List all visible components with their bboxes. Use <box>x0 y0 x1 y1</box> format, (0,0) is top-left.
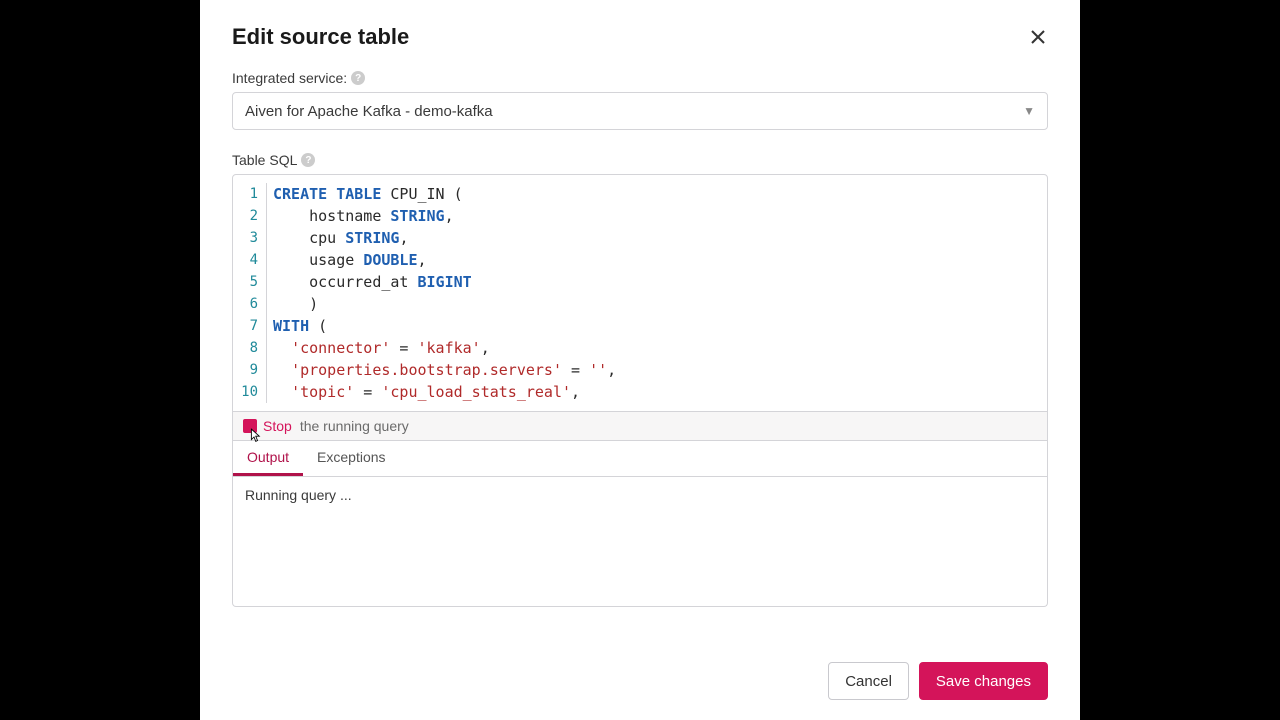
output-panel: Running query ... <box>232 477 1048 607</box>
query-control-bar: Stop the running query <box>232 412 1048 441</box>
line-number: 5 <box>233 271 267 293</box>
code-content[interactable]: 'topic' = 'cpu_load_stats_real', <box>267 381 580 403</box>
close-icon[interactable] <box>1028 27 1048 47</box>
line-number: 7 <box>233 315 267 337</box>
line-number: 6 <box>233 293 267 315</box>
integrated-service-label-text: Integrated service: <box>232 70 347 86</box>
line-number: 10 <box>233 381 267 403</box>
code-content[interactable]: occurred_at BIGINT <box>267 271 472 293</box>
code-line[interactable]: 4 usage DOUBLE, <box>233 249 1047 271</box>
help-icon[interactable]: ? <box>301 153 315 167</box>
code-content[interactable]: ) <box>267 293 318 315</box>
stop-icon[interactable] <box>243 419 257 433</box>
integrated-service-select[interactable]: Aiven for Apache Kafka - demo-kafka ▼ <box>232 92 1048 130</box>
stop-hint: the running query <box>300 418 409 434</box>
edit-source-table-modal: Edit source table Integrated service: ? … <box>200 0 1080 720</box>
code-content[interactable]: hostname STRING, <box>267 205 454 227</box>
line-number: 9 <box>233 359 267 381</box>
code-content[interactable]: cpu STRING, <box>267 227 408 249</box>
result-tabs: Output Exceptions <box>232 441 1048 477</box>
code-line[interactable]: 1CREATE TABLE CPU_IN ( <box>233 183 1047 205</box>
modal-header: Edit source table <box>232 24 1048 50</box>
code-line[interactable]: 3 cpu STRING, <box>233 227 1047 249</box>
code-content[interactable]: WITH ( <box>267 315 327 337</box>
code-line[interactable]: 6 ) <box>233 293 1047 315</box>
code-line[interactable]: 5 occurred_at BIGINT <box>233 271 1047 293</box>
sql-editor[interactable]: 1CREATE TABLE CPU_IN (2 hostname STRING,… <box>232 174 1048 412</box>
tab-output[interactable]: Output <box>233 441 303 476</box>
cancel-button[interactable]: Cancel <box>828 662 909 700</box>
line-number: 4 <box>233 249 267 271</box>
code-line[interactable]: 9 'properties.bootstrap.servers' = '', <box>233 359 1047 381</box>
code-line[interactable]: 8 'connector' = 'kafka', <box>233 337 1047 359</box>
line-number: 1 <box>233 183 267 205</box>
integrated-service-label: Integrated service: ? <box>232 70 1048 86</box>
code-line[interactable]: 2 hostname STRING, <box>233 205 1047 227</box>
stop-button[interactable]: Stop <box>263 418 292 434</box>
code-content[interactable]: 'properties.bootstrap.servers' = '', <box>267 359 616 381</box>
code-line[interactable]: 10 'topic' = 'cpu_load_stats_real', <box>233 381 1047 403</box>
help-icon[interactable]: ? <box>351 71 365 85</box>
modal-footer: Cancel Save changes <box>828 662 1048 700</box>
line-number: 2 <box>233 205 267 227</box>
code-content[interactable]: CREATE TABLE CPU_IN ( <box>267 183 463 205</box>
line-number: 3 <box>233 227 267 249</box>
tab-exceptions[interactable]: Exceptions <box>303 441 399 476</box>
modal-title: Edit source table <box>232 24 409 50</box>
integrated-service-value: Aiven for Apache Kafka - demo-kafka <box>245 103 493 120</box>
line-number: 8 <box>233 337 267 359</box>
save-button[interactable]: Save changes <box>919 662 1048 700</box>
table-sql-label-text: Table SQL <box>232 152 297 168</box>
code-content[interactable]: 'connector' = 'kafka', <box>267 337 490 359</box>
chevron-down-icon: ▼ <box>1023 104 1035 118</box>
code-line[interactable]: 7WITH ( <box>233 315 1047 337</box>
table-sql-label: Table SQL ? <box>232 152 1048 168</box>
output-status: Running query ... <box>245 487 352 503</box>
code-content[interactable]: usage DOUBLE, <box>267 249 427 271</box>
